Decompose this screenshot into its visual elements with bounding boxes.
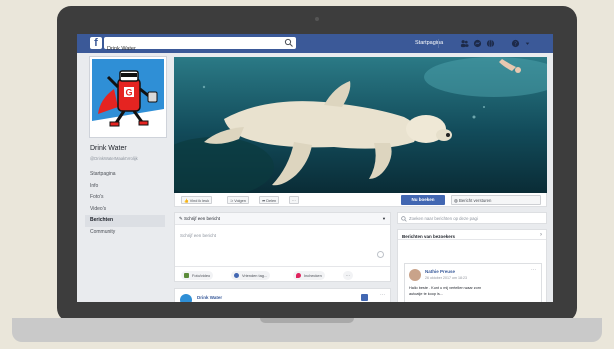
left-nav-item-community[interactable]: Community (85, 227, 165, 239)
page-post-search[interactable]: Zoeken naar berichten op deze pagi (397, 212, 547, 224)
send-message-label: Bericht versturen (458, 198, 492, 203)
location-pin-icon (296, 273, 301, 278)
like-label: Vind ik leuk (189, 199, 210, 203)
share-label: Delen (266, 199, 277, 203)
visitor-post-menu-icon[interactable]: ··· (531, 267, 536, 273)
feed-post: Drink Water ··· (174, 288, 391, 302)
photo-video-label: Foto/video (192, 273, 211, 278)
visitor-posts-title-label: Berichten van bezoekers (402, 234, 456, 239)
left-nav-item-startpagina[interactable]: Startpagina (85, 169, 165, 181)
book-now-button[interactable]: Nu boeken (401, 195, 445, 205)
top-search[interactable] (104, 37, 296, 55)
cover-photo[interactable] (174, 57, 547, 193)
visitor-post: Nathie Preuse 26 oktober 2017 om 18:23 ·… (404, 263, 542, 302)
page-post-search-placeholder: Zoeken naar berichten op deze pagi (409, 216, 478, 221)
tag-friends-button[interactable]: Vrienden tag... (231, 271, 271, 280)
friends-icon[interactable] (460, 39, 469, 48)
follow-label: Volgen (234, 199, 246, 203)
tag-friends-label: Vrienden tag... (242, 273, 268, 278)
visitor-date[interactable]: 26 oktober 2017 om 18:23 (425, 276, 467, 280)
chevron-right-icon[interactable]: › (540, 232, 542, 238)
top-search-input[interactable] (104, 43, 277, 55)
facebook-logo[interactable]: f (90, 37, 102, 49)
page-profile-picture[interactable]: G (90, 57, 166, 137)
visitor-post-line-2: autoatje te koop is... (409, 292, 443, 296)
post-avatar[interactable] (180, 294, 192, 302)
left-nav-item-berichten[interactable]: Berichten (85, 215, 165, 227)
tag-friends-icon (234, 273, 239, 278)
visitor-name[interactable]: Nathie Preuse (425, 269, 455, 274)
composer-header[interactable]: ✎ Schrijf een bericht ▼ (175, 213, 390, 225)
svg-text:?: ? (514, 42, 517, 48)
share-button[interactable]: ➦ Delen (259, 196, 280, 204)
chevron-down-icon[interactable]: ▼ (382, 213, 386, 224)
help-icon[interactable]: ? (511, 39, 520, 48)
left-nav-item-videos[interactable]: Video's (85, 204, 165, 216)
nav-divider (438, 39, 439, 48)
post-author[interactable]: Drink Water (197, 295, 222, 300)
visitor-posts-panel: Berichten van bezoekers › Nathie Preuse … (397, 229, 547, 302)
photo-icon (184, 273, 189, 278)
emoji-icon[interactable] (377, 251, 384, 258)
left-nav: Startpagina Info Foto's Video's Berichte… (85, 169, 165, 238)
left-nav-item-info[interactable]: Info (85, 181, 165, 193)
screen: f Startpagina ? (77, 34, 553, 302)
mascot-logo: G (92, 59, 164, 135)
more-actions-button[interactable]: ··· (289, 196, 299, 204)
globe-icon[interactable] (486, 39, 495, 48)
composer-tools: Foto/video Vrienden tag... Inchecken ··· (175, 266, 390, 283)
search-icon (401, 216, 407, 222)
chevron-down-icon[interactable] (523, 39, 532, 48)
like-page-button[interactable]: 👍 Vind ik leuk (181, 196, 213, 204)
check-in-label: Inchecken (304, 273, 322, 278)
post-menu-icon[interactable]: ··· (380, 292, 385, 298)
composer-header-label: Schrijf een bericht (184, 216, 221, 221)
check-in-button[interactable]: Inchecken (293, 271, 325, 280)
svg-text:G: G (125, 88, 132, 98)
messages-icon[interactable] (473, 39, 482, 48)
more-tools-button[interactable]: ··· (343, 271, 353, 280)
page-action-bar: 👍 Vind ik leuk ⊃ Volgen ➦ Delen ··· Nu b… (174, 193, 547, 207)
search-icon[interactable] (284, 38, 294, 48)
visitor-post-text: Hallo beste . Kunt u mij vertellen waar … (409, 285, 539, 297)
post-composer: ✎ Schrijf een bericht ▼ Schrijf een beri… (174, 212, 391, 282)
visitor-posts-title[interactable]: Berichten van bezoekers › (398, 230, 546, 240)
checkbox-icon[interactable] (361, 294, 368, 301)
top-bar: f Startpagina ? (77, 34, 553, 55)
page-handle[interactable]: @DrinkWaterMaaktVrolijk (90, 156, 138, 161)
composer-input[interactable]: Schrijf een bericht (180, 233, 216, 238)
camera-icon (315, 17, 319, 21)
polar-bear-image (174, 57, 547, 193)
photo-video-button[interactable]: Foto/video (181, 271, 214, 280)
send-message-button[interactable]: ◍ Bericht versturen (451, 195, 541, 205)
laptop-notch (260, 318, 354, 323)
left-nav-item-fotos[interactable]: Foto's (85, 192, 165, 204)
visitor-avatar[interactable] (409, 269, 421, 281)
page-name[interactable]: Drink Water (90, 145, 127, 152)
follow-button[interactable]: ⊃ Volgen (227, 196, 249, 204)
